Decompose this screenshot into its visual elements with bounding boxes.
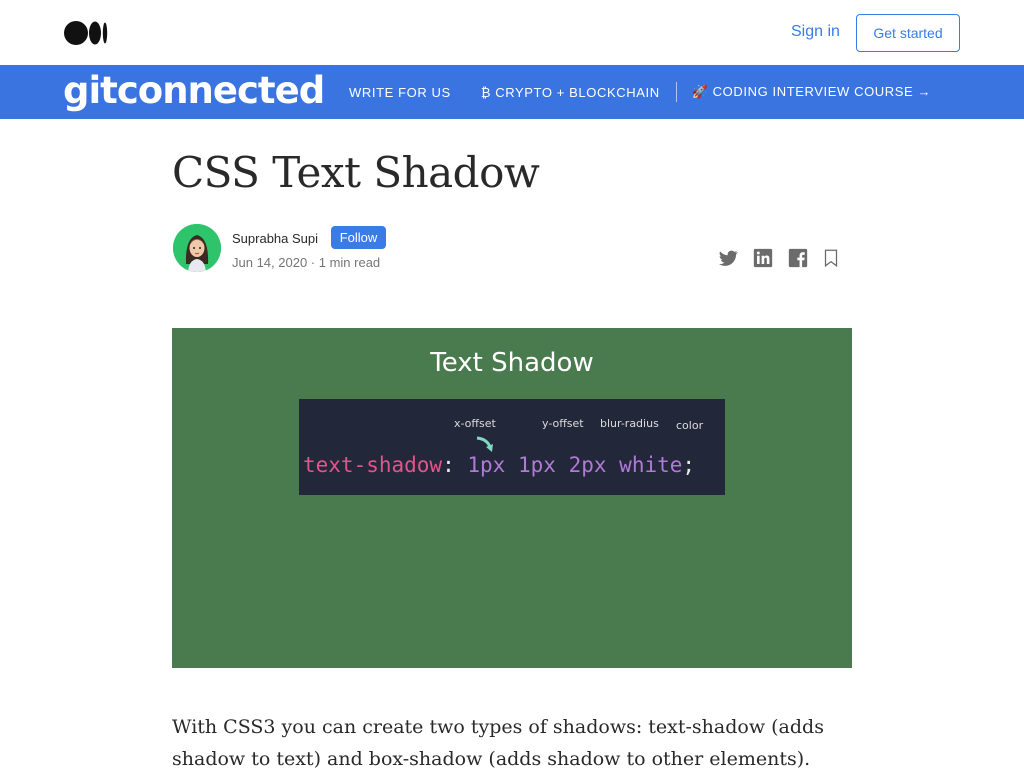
publication-nav: WRITE FOR US ₿ CRYPTO + BLOCKCHAIN 🚀 COD… [349, 65, 931, 119]
publication-logo[interactable]: gitconnected [63, 67, 325, 115]
hero-title: Text Shadow [430, 348, 594, 378]
label-color: color [676, 419, 704, 432]
code-blur: 2px [568, 453, 607, 477]
article-title: CSS Text Shadow [172, 148, 540, 197]
arrow-icon [476, 436, 493, 452]
sign-in-link[interactable]: Sign in [791, 23, 840, 41]
code-colon: : [442, 453, 455, 477]
code-semicolon: ; [682, 453, 696, 477]
linkedin-icon[interactable] [752, 247, 774, 269]
label-y-offset: y-offset [542, 417, 584, 430]
code-line: text-shadow: 1px 1px 2px white; [303, 453, 695, 477]
get-started-button[interactable]: Get started [856, 14, 960, 52]
code-y-offset: 1px [517, 453, 556, 477]
code-property: text-shadow [303, 453, 443, 477]
label-blur-radius: blur-radius [600, 417, 659, 430]
nav-crypto-blockchain[interactable]: ₿ CRYPTO + BLOCKCHAIN [481, 85, 660, 100]
bookmark-icon[interactable] [820, 247, 842, 269]
follow-button[interactable]: Follow [331, 226, 386, 249]
article-paragraph: With CSS3 you can create two types of sh… [172, 716, 824, 768]
facebook-icon[interactable] [787, 247, 809, 269]
nav-write-for-us[interactable]: WRITE FOR US [349, 85, 451, 100]
avatar-illustration [173, 224, 221, 272]
code-snippet: x-offset y-offset blur-radius color text… [299, 399, 725, 495]
hero-image: Text Shadow x-offset y-offset blur-radiu… [172, 328, 852, 668]
label-x-offset: x-offset [454, 417, 496, 430]
avatar[interactable] [173, 224, 221, 272]
code-color: white [619, 453, 683, 477]
author-name[interactable]: Suprabha Supi [232, 231, 318, 246]
medium-logo-icon[interactable] [64, 21, 108, 45]
nav-coding-interview-course[interactable]: 🚀 CODING INTERVIEW COURSE → [692, 84, 931, 100]
code-x-offset: 1px [467, 453, 506, 477]
top-bar: Sign in Get started [0, 0, 1024, 65]
twitter-icon[interactable] [717, 247, 739, 269]
nav-divider [675, 82, 677, 102]
article-meta: Jun 14, 2020 · 1 min read [232, 255, 381, 270]
publication-bar: gitconnected WRITE FOR US ₿ CRYPTO + BLO… [0, 65, 1024, 119]
